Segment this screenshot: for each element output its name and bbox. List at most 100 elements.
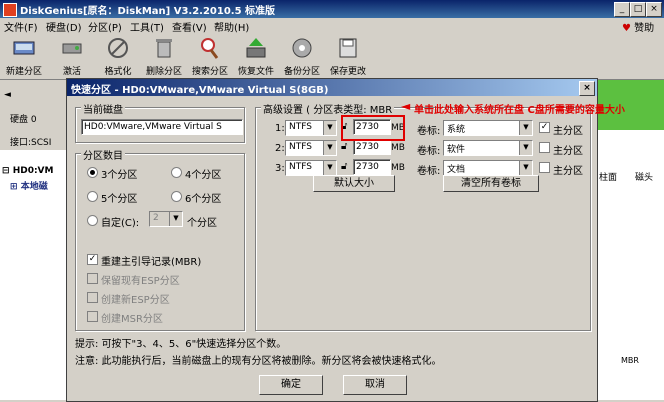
search-partition-button[interactable]: 搜索分区: [188, 35, 232, 77]
left-arrow-icon[interactable]: ◄: [4, 90, 11, 100]
row-index: 1:: [275, 123, 285, 134]
radio-5-partitions[interactable]: [87, 191, 98, 202]
sponsor-link[interactable]: ♥ 赞助: [622, 19, 654, 34]
activate-button[interactable]: 激活: [50, 35, 94, 77]
window-title: DiskGenius[原名：DiskMan] V3.2.2010.5 标准版: [20, 6, 276, 17]
format-button[interactable]: 格式化: [96, 35, 140, 77]
left-panel: ◄ 硬盘 0 接口:SCSI ⊟ HD0:VM ⊞ 本地磁: [0, 80, 67, 400]
quick-partition-dialog: 快速分区 - HD0:VMware,VMware Virtual S(8GB) …: [66, 78, 625, 402]
fs-value-1: NTFS: [289, 122, 312, 132]
recover-icon: [246, 38, 266, 58]
activate-icon: [62, 43, 82, 54]
dropdown-arrow-icon: ▼: [323, 121, 336, 135]
format-label: 格式化: [104, 67, 132, 77]
volume-combo-2[interactable]: 软件 ▼: [443, 140, 533, 156]
radio-3-partitions[interactable]: [87, 167, 98, 178]
rebuild-mbr-checkbox[interactable]: ✓: [87, 254, 98, 265]
default-size-button[interactable]: 默认大小: [313, 175, 395, 192]
menu-partition[interactable]: 分区(P): [88, 19, 122, 34]
delete-partition-label: 删除分区: [145, 67, 182, 77]
radio-custom[interactable]: [87, 215, 98, 226]
create-msr-label: 创建MSR分区: [101, 314, 163, 325]
tree-expand-icon: ⊟: [2, 166, 10, 176]
size-unit: MB: [391, 143, 405, 153]
window-titlebar: DiskGenius[原名：DiskMan] V3.2.2010.5 标准版 _…: [0, 0, 664, 18]
volume-label-text: 卷标:: [417, 126, 441, 137]
search-partition-label: 搜索分区: [191, 67, 228, 77]
keep-esp-checkbox[interactable]: [87, 273, 98, 284]
tree-item-local[interactable]: ⊞ 本地磁: [10, 179, 48, 192]
hint-text: 提示: 可按下"3、4、5、6"快速选择分区个数。: [75, 339, 287, 350]
menu-view[interactable]: 查看(V): [172, 19, 207, 34]
current-disk-label: 当前磁盘: [81, 101, 125, 116]
maximize-button[interactable]: □: [630, 2, 646, 17]
row-index: 2:: [275, 143, 285, 154]
menu-tools[interactable]: 工具(T): [130, 19, 164, 34]
app-icon: [3, 3, 17, 17]
current-disk-field[interactable]: HD0:VMware,VMware Virtual S: [81, 119, 243, 135]
primary-label: 主分区: [553, 146, 583, 157]
custom-count-combo[interactable]: 2 ▼: [149, 211, 183, 227]
primary-label: 主分区: [553, 166, 583, 177]
lock-icon[interactable]: 🔓︎: [341, 141, 347, 152]
radio-4-partitions[interactable]: [171, 167, 182, 178]
cancel-button[interactable]: 取消: [343, 375, 407, 395]
fs-combo-3[interactable]: NTFS ▼: [285, 160, 337, 176]
recover-files-label: 恢复文件: [237, 67, 274, 77]
save-icon: [339, 38, 357, 58]
backup-partition-button[interactable]: 备份分区: [280, 35, 324, 77]
tree-item-disk-label: HD0:VM: [12, 166, 54, 176]
volume-combo-3[interactable]: 文档 ▼: [443, 160, 533, 176]
dropdown-arrow-icon: ▼: [519, 161, 532, 175]
interface-label: 接口:SCSI: [10, 138, 52, 148]
clear-labels-button[interactable]: 清空所有卷标: [443, 175, 539, 192]
size-field-2[interactable]: 2730: [353, 139, 391, 155]
delete-partition-button[interactable]: 删除分区: [142, 35, 186, 77]
advanced-settings-label: 高级设置 ( 分区表类型: MBR: [261, 101, 395, 116]
primary-checkbox-2[interactable]: [539, 142, 550, 153]
tree-item-disk[interactable]: ⊟ HD0:VM: [2, 166, 53, 176]
fs-value-3: NTFS: [289, 162, 312, 172]
recover-files-button[interactable]: 恢复文件: [234, 35, 278, 77]
radio-3-label: 3个分区: [101, 170, 138, 181]
radio-6-label: 6个分区: [185, 194, 222, 205]
volume-combo-1[interactable]: 系统 ▼: [443, 120, 533, 136]
lock-icon[interactable]: 🔓︎: [341, 161, 347, 172]
new-partition-icon: [13, 41, 35, 55]
rebuild-mbr-label: 重建主引导记录(MBR): [101, 257, 202, 268]
column-cylinder: 柱面: [599, 173, 618, 183]
close-button[interactable]: ×: [646, 2, 662, 17]
new-partition-button[interactable]: 新建分区: [2, 35, 46, 77]
menu-help[interactable]: 帮助(H): [214, 19, 249, 34]
create-esp-checkbox[interactable]: [87, 292, 98, 303]
dropdown-arrow-icon: ▼: [519, 121, 532, 135]
volume-label-text: 卷标:: [417, 146, 441, 157]
create-msr-checkbox[interactable]: [87, 311, 98, 322]
partition-count-label: 分区数目: [81, 147, 125, 162]
volume-value-3: 文档: [447, 165, 466, 175]
dropdown-arrow-icon: ▼: [519, 141, 532, 155]
dialog-title: 快速分区 - HD0:VMware,VMware Virtual S(8GB): [71, 85, 329, 96]
size-field-3[interactable]: 2730: [353, 159, 391, 175]
menu-file[interactable]: 文件(F): [4, 19, 38, 34]
save-changes-button[interactable]: 保存更改: [326, 35, 370, 77]
fs-combo-2[interactable]: NTFS ▼: [285, 140, 337, 156]
dialog-titlebar: 快速分区 - HD0:VMware,VMware Virtual S(8GB) …: [67, 79, 597, 96]
primary-checkbox-3[interactable]: [539, 162, 550, 173]
radio-4-label: 4个分区: [185, 170, 222, 181]
dialog-close-button[interactable]: ×: [579, 81, 595, 96]
trash-icon: [156, 39, 172, 58]
fs-combo-1[interactable]: NTFS ▼: [285, 120, 337, 136]
ok-button[interactable]: 确定: [259, 375, 323, 395]
search-icon: [201, 38, 219, 59]
primary-checkbox-1[interactable]: ✓: [539, 122, 550, 133]
menu-disk[interactable]: 硬盘(D): [46, 19, 82, 34]
dropdown-arrow-icon: ▼: [169, 212, 182, 226]
volume-label-text: 卷标:: [417, 166, 441, 177]
dropdown-arrow-icon: ▼: [323, 141, 336, 155]
custom-label: 自定(C):: [101, 218, 140, 229]
toolbar: 新建分区 激活 格式化 删除分区 搜索分区 恢复文件 备份分区 保存更改: [0, 33, 664, 80]
minimize-button[interactable]: _: [614, 2, 630, 17]
radio-6-partitions[interactable]: [171, 191, 182, 202]
partition-table-type: MBR: [621, 356, 639, 365]
